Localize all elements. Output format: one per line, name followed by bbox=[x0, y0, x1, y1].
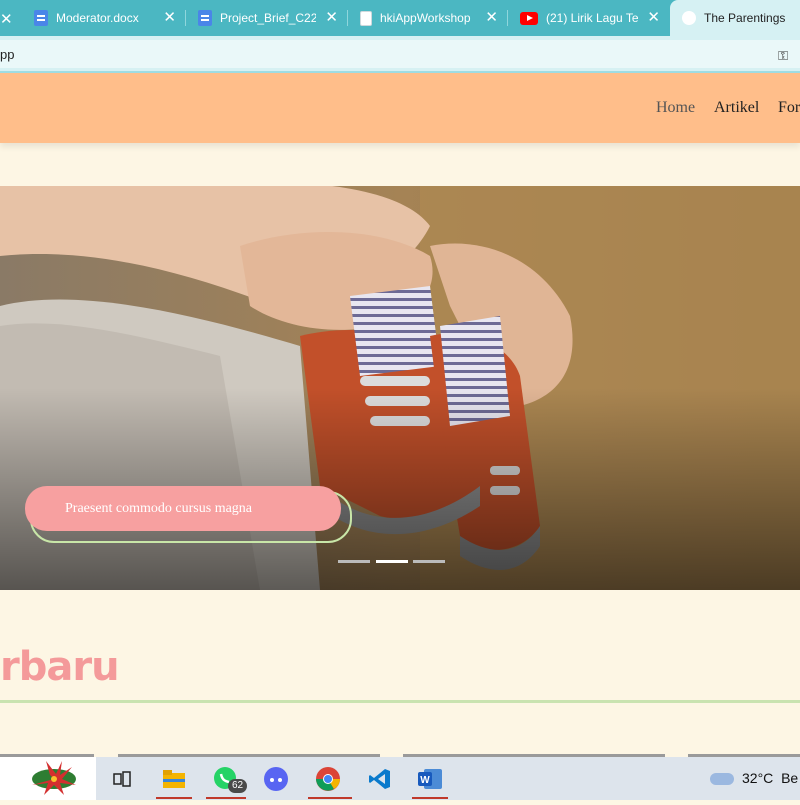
svg-text:W: W bbox=[420, 775, 430, 786]
site-icon bbox=[682, 11, 696, 25]
carousel-indicator-1[interactable] bbox=[338, 560, 370, 563]
tab-close-icon[interactable]: ✕ bbox=[485, 10, 498, 26]
key-icon[interactable]: ⚿ bbox=[778, 48, 788, 64]
poinsettia-icon bbox=[32, 761, 76, 795]
running-indicator bbox=[156, 797, 192, 799]
tab-label: (21) Lirik Lagu Te bbox=[546, 11, 639, 25]
carousel-indicator-3[interactable] bbox=[413, 560, 445, 563]
carousel-indicator-2[interactable] bbox=[376, 560, 408, 563]
nav-forum-link[interactable]: For bbox=[778, 99, 800, 117]
tab-the-parentings[interactable]: The Parentings bbox=[670, 0, 800, 36]
discord-icon[interactable] bbox=[262, 765, 290, 793]
running-indicator bbox=[412, 797, 448, 799]
cloud-icon bbox=[710, 773, 734, 786]
running-indicator bbox=[206, 797, 246, 799]
tab-label: The Parentings bbox=[704, 11, 786, 25]
tab-close-icon[interactable]: ✕ bbox=[0, 10, 13, 28]
nav-artikel-link[interactable]: Artikel bbox=[714, 99, 759, 117]
section-divider bbox=[0, 700, 800, 703]
tab-label: hkiAppWorkshop bbox=[380, 11, 471, 25]
weather-text: Be bbox=[781, 770, 799, 786]
whatsapp-badge: 62 bbox=[228, 779, 248, 793]
tab-label: Project_Brief_C22 bbox=[220, 11, 316, 25]
tab-separator bbox=[507, 10, 508, 26]
address-bar: pp ⚿ bbox=[0, 36, 800, 72]
weather-widget[interactable]: 32°C Be bbox=[710, 770, 798, 786]
google-docs-icon bbox=[34, 10, 48, 26]
tab-project-brief[interactable]: Project_Brief_C22 ✕ bbox=[198, 4, 346, 32]
tab-lirik-lagu[interactable]: (21) Lirik Lagu Te ✕ bbox=[520, 4, 668, 32]
file-explorer-icon[interactable] bbox=[160, 765, 188, 793]
weather-temp: 32°C bbox=[742, 770, 774, 786]
browser-tab-strip: ✕ Moderator.docx ✕ Project_Brief_C22 ✕ h… bbox=[0, 0, 800, 36]
hero-cta-button[interactable]: Praesent commodo cursus magna bbox=[25, 486, 341, 531]
tab-close-icon[interactable]: ✕ bbox=[325, 10, 338, 26]
section-title: rbaru bbox=[0, 644, 120, 690]
tab-separator bbox=[185, 10, 186, 26]
url-input[interactable]: pp ⚿ bbox=[0, 40, 800, 68]
url-text: pp bbox=[0, 47, 15, 62]
tab-moderator[interactable]: Moderator.docx ✕ bbox=[34, 4, 184, 32]
running-indicator bbox=[308, 797, 352, 799]
chrome-icon[interactable] bbox=[314, 765, 342, 793]
tab-hki-app-workshop[interactable]: hkiAppWorkshop ✕ bbox=[360, 4, 506, 32]
word-icon[interactable]: W bbox=[416, 765, 444, 793]
tab-separator bbox=[347, 10, 348, 26]
site-header: Home Artikel For bbox=[0, 73, 800, 143]
tab-close-icon[interactable]: ✕ bbox=[163, 10, 176, 26]
tab-label: Moderator.docx bbox=[56, 11, 139, 25]
start-button[interactable] bbox=[0, 757, 96, 800]
youtube-icon bbox=[520, 11, 538, 25]
google-docs-icon bbox=[198, 10, 212, 26]
nav-home-link[interactable]: Home bbox=[656, 99, 695, 117]
vscode-icon[interactable] bbox=[366, 765, 394, 793]
task-view-icon[interactable] bbox=[108, 765, 136, 793]
taskbar: 62 W 32°C Be bbox=[0, 757, 800, 800]
tab-close-icon[interactable]: ✕ bbox=[647, 10, 660, 26]
file-icon bbox=[360, 10, 372, 26]
